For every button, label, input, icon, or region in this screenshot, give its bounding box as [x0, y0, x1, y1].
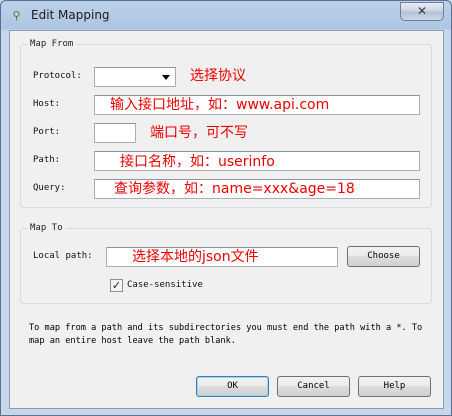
edit-mapping-dialog: ⚲ Edit Mapping ✕ Map From Protocol: 选择协议…	[0, 0, 452, 416]
chevron-down-icon[interactable]	[162, 75, 170, 80]
protocol-annotation: 选择协议	[190, 68, 246, 84]
map-from-title: Map From	[27, 39, 77, 49]
query-annotation: 查询参数，如：name=xxx&age=18	[114, 181, 355, 197]
title-bar[interactable]: ⚲ Edit Mapping ✕	[1, 1, 451, 30]
path-label: Path:	[33, 155, 61, 165]
port-input[interactable]	[94, 123, 136, 143]
case-sensitive-checkbox[interactable]: ✓	[110, 279, 123, 292]
local-path-label: Local path:	[33, 251, 93, 261]
choose-button[interactable]: Choose	[347, 246, 420, 267]
map-to-title: Map To	[27, 223, 66, 233]
help-note: To map from a path and its subdirectorie…	[29, 323, 423, 346]
host-label: Host:	[33, 99, 61, 109]
ok-button[interactable]: OK	[196, 376, 269, 397]
dialog-body: Map From Protocol: 选择协议 Host: 输入接口地址，如：w…	[9, 30, 444, 409]
protocol-label: Protocol:	[33, 71, 82, 81]
close-button[interactable]: ✕	[400, 2, 444, 21]
query-label: Query:	[33, 183, 66, 193]
window-title: Edit Mapping	[31, 8, 110, 22]
help-button[interactable]: Help	[358, 376, 431, 397]
host-annotation: 输入接口地址，如：www.api.com	[110, 97, 330, 113]
app-icon: ⚲	[12, 9, 21, 22]
port-label: Port:	[33, 127, 61, 137]
local-path-annotation: 选择本地的json文件	[132, 249, 259, 265]
case-sensitive-label[interactable]: Case-sensitive	[127, 280, 203, 290]
port-annotation: 端口号，可不写	[150, 125, 248, 141]
cancel-button[interactable]: Cancel	[277, 376, 350, 397]
protocol-select[interactable]	[94, 67, 176, 87]
path-annotation: 接口名称，如：userinfo	[120, 154, 275, 170]
